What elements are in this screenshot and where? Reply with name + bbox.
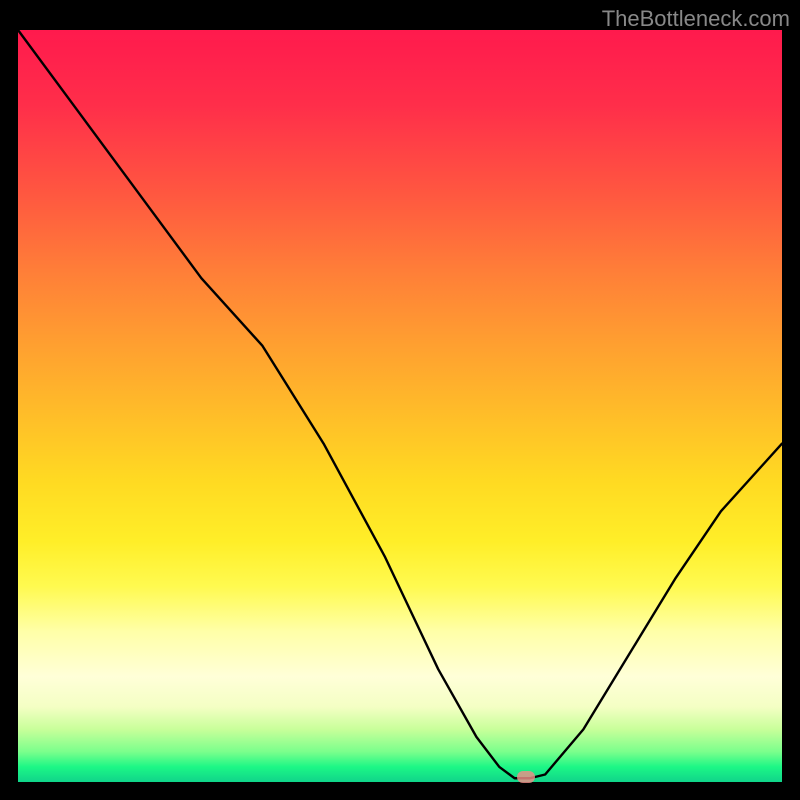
selection-marker: [517, 771, 535, 783]
curve-svg: [18, 30, 782, 782]
bottleneck-chart: [18, 30, 782, 782]
bottleneck-curve: [18, 30, 782, 778]
watermark-text: TheBottleneck.com: [602, 6, 790, 32]
